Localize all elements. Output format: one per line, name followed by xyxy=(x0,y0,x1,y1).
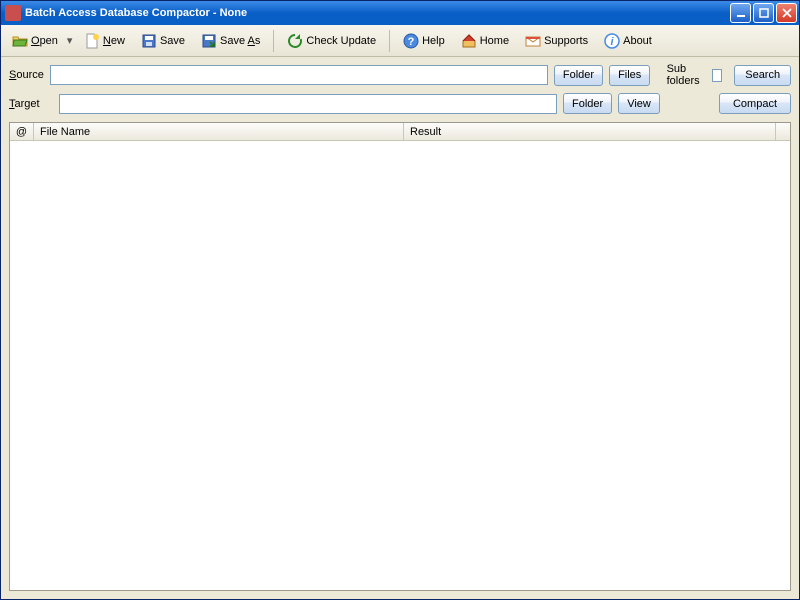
save-button[interactable]: Save xyxy=(134,29,192,53)
mail-icon xyxy=(525,33,541,49)
source-folder-button[interactable]: Folder xyxy=(554,65,603,86)
open-label: Open xyxy=(31,35,58,47)
target-input[interactable] xyxy=(59,94,557,114)
app-icon xyxy=(5,5,21,21)
target-view-button[interactable]: View xyxy=(618,93,660,114)
new-file-icon xyxy=(84,33,100,49)
open-button[interactable]: Open xyxy=(5,29,65,53)
sub-folders-checkbox[interactable] xyxy=(712,69,722,82)
sub-folders-label: Sub folders xyxy=(667,63,707,87)
about-button[interactable]: i About xyxy=(597,29,659,53)
toolbar-separator xyxy=(273,30,274,52)
svg-text:?: ? xyxy=(408,36,415,48)
new-button[interactable]: New xyxy=(77,29,132,53)
close-button[interactable] xyxy=(776,3,797,23)
grid-body[interactable] xyxy=(10,141,790,590)
titlebar: Batch Access Database Compactor - None xyxy=(1,1,799,25)
home-icon xyxy=(461,33,477,49)
help-label: Help xyxy=(422,35,445,47)
help-icon: ? xyxy=(403,33,419,49)
target-row: Target Folder View Compact xyxy=(9,93,791,114)
grid-header: @ File Name Result xyxy=(10,123,790,141)
target-folder-button[interactable]: Folder xyxy=(563,93,612,114)
new-label: New xyxy=(103,35,125,47)
window-buttons xyxy=(730,3,797,23)
minimize-button[interactable] xyxy=(730,3,751,23)
maximize-button[interactable] xyxy=(753,3,774,23)
check-update-button[interactable]: Check Update xyxy=(280,29,383,53)
close-icon xyxy=(782,8,792,18)
app-window: Batch Access Database Compactor - None O… xyxy=(0,0,800,600)
supports-label: Supports xyxy=(544,35,588,47)
col-header-at[interactable]: @ xyxy=(10,123,34,140)
help-button[interactable]: ? Help xyxy=(396,29,452,53)
home-label: Home xyxy=(480,35,509,47)
info-icon: i xyxy=(604,33,620,49)
source-files-button[interactable]: Files xyxy=(609,65,650,86)
compact-button[interactable]: Compact xyxy=(719,93,791,114)
save-icon xyxy=(141,33,157,49)
save-as-label: Save As xyxy=(220,35,260,47)
home-button[interactable]: Home xyxy=(454,29,516,53)
target-label: Target xyxy=(9,98,53,110)
col-header-filename[interactable]: File Name xyxy=(34,123,404,140)
params-panel: Source Folder Files Sub folders Search T… xyxy=(1,57,799,120)
refresh-icon xyxy=(287,33,303,49)
save-as-icon xyxy=(201,33,217,49)
results-grid: @ File Name Result xyxy=(9,122,791,591)
save-label: Save xyxy=(160,35,185,47)
window-title: Batch Access Database Compactor - None xyxy=(25,7,730,19)
source-label: Source xyxy=(9,69,44,81)
folder-open-icon xyxy=(12,33,28,49)
minimize-icon xyxy=(736,8,746,18)
search-button[interactable]: Search xyxy=(734,65,791,86)
col-header-tail xyxy=(776,123,790,140)
save-as-button[interactable]: Save As xyxy=(194,29,267,53)
open-dropdown-arrow[interactable]: ▾ xyxy=(67,34,75,47)
supports-button[interactable]: Supports xyxy=(518,29,595,53)
maximize-icon xyxy=(759,8,769,18)
about-label: About xyxy=(623,35,652,47)
col-header-result[interactable]: Result xyxy=(404,123,776,140)
toolbar-separator xyxy=(389,30,390,52)
source-row: Source Folder Files Sub folders Search xyxy=(9,63,791,87)
source-input[interactable] xyxy=(50,65,548,85)
toolbar: Open ▾ New Save Save As Check Updat xyxy=(1,25,799,57)
check-update-label: Check Update xyxy=(306,35,376,47)
